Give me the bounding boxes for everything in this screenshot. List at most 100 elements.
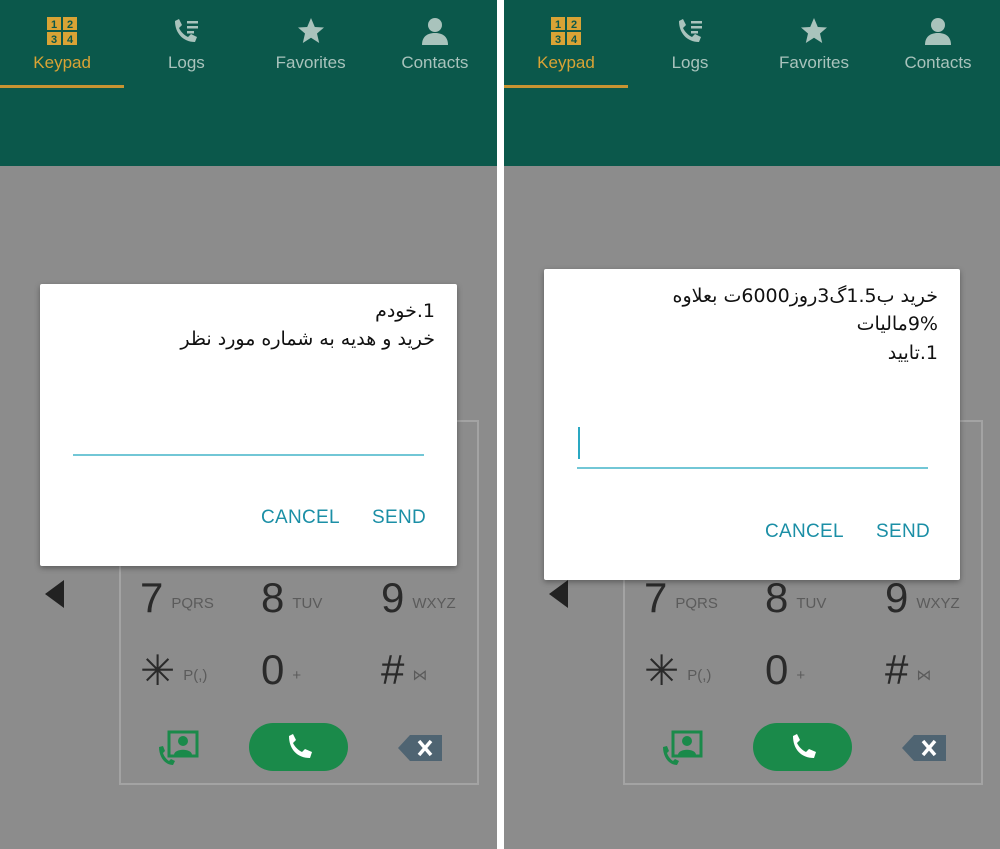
cancel-button[interactable]: CANCEL [765, 521, 844, 543]
left-arrow-icon[interactable] [549, 580, 568, 608]
tab-logs-label: Logs [167, 53, 205, 72]
person-icon [922, 16, 954, 46]
backspace-icon[interactable] [902, 735, 946, 761]
keypad-icon-digit-3: 3 [51, 34, 57, 45]
key-digit: ✳ [644, 647, 680, 694]
key-digit: 8 [765, 574, 789, 621]
text-cursor [578, 427, 580, 459]
key-letters: + [292, 666, 302, 684]
call-logs-icon [170, 16, 202, 46]
keypad-icon-digit-1: 1 [555, 19, 561, 31]
key-7[interactable]: 7 PQRS [140, 574, 214, 622]
reply-input[interactable] [577, 422, 928, 468]
tab-logs-label: Logs [671, 53, 709, 72]
reply-input[interactable] [73, 414, 424, 456]
screenshot-pair: 1 2 3 4 Keypad Logs Favorites Contacts 7… [0, 0, 1000, 849]
key-9[interactable]: 9 WXYZ [381, 574, 456, 622]
key-letters: ⋈ [916, 667, 932, 684]
key-letters: TUV [796, 594, 827, 612]
key-8[interactable]: 8 TUV [261, 574, 322, 622]
key-star[interactable]: ✳ P(,) [140, 646, 207, 695]
key-digit: 9 [381, 574, 405, 621]
tab-bar: 1 2 3 4 Keypad Logs Favorites Contacts [504, 0, 1000, 88]
tab-favorites-label: Favorites [275, 53, 346, 72]
key-letters: P(,) [183, 667, 208, 684]
key-hash[interactable]: # ⋈ [885, 646, 931, 694]
key-digit: ✳ [140, 647, 176, 694]
key-digit: 0 [261, 646, 285, 693]
tab-favorites[interactable]: Favorites [752, 0, 876, 88]
send-button[interactable]: SEND [372, 507, 426, 529]
key-0[interactable]: 0 + [261, 646, 301, 694]
add-contact-icon[interactable] [661, 729, 705, 767]
ussd-dialog: 1.خودم خرید و هدیه به شماره مورد نظر CAN… [40, 284, 457, 566]
tab-logs[interactable]: Logs [628, 0, 752, 88]
send-button[interactable]: SEND [876, 521, 930, 543]
key-digit: 8 [261, 574, 285, 621]
key-8[interactable]: 8 TUV [765, 574, 826, 622]
phone-icon [792, 734, 816, 758]
key-letters: P(,) [687, 667, 712, 684]
call-logs-icon [674, 16, 706, 46]
key-letters: WXYZ [916, 594, 960, 612]
key-letters: + [796, 666, 806, 684]
key-digit: 7 [140, 574, 164, 621]
tab-contacts-label: Contacts [401, 53, 469, 72]
screenshot-divider [497, 0, 504, 849]
key-letters: WXYZ [412, 594, 456, 612]
key-digit: 7 [644, 574, 668, 621]
keypad-icon: 1 2 3 4 [46, 16, 78, 46]
dialog-message-line-2: خرید و هدیه به شماره مورد نظر [180, 328, 435, 350]
keypad-icon-digit-4: 4 [571, 34, 578, 45]
key-letters: PQRS [171, 594, 214, 612]
key-digit: # [885, 646, 909, 693]
key-7[interactable]: 7 PQRS [644, 574, 718, 622]
key-digit: 0 [765, 646, 789, 693]
key-digit: 9 [885, 574, 909, 621]
key-9[interactable]: 9 WXYZ [885, 574, 960, 622]
cancel-button[interactable]: CANCEL [261, 507, 340, 529]
keypad-icon: 1 2 3 4 [550, 16, 582, 46]
call-button[interactable] [249, 723, 348, 771]
app-header: 1 2 3 4 Keypad Logs Favorites Contacts [504, 0, 1000, 166]
app-header: 1 2 3 4 Keypad Logs Favorites Contacts [0, 0, 497, 166]
keypad-icon-digit-2: 2 [571, 19, 577, 31]
tab-contacts[interactable]: Contacts [373, 0, 497, 88]
active-tab-indicator [504, 85, 628, 88]
keypad-icon-digit-4: 4 [67, 34, 74, 45]
active-tab-indicator [0, 85, 125, 88]
dialog-message-line-1: خرید ب1.5گ3روز6000ت بعلاوه [672, 285, 939, 307]
phone-screen-right: 1 2 3 4 Keypad Logs Favorites Contacts 7… [504, 0, 1000, 849]
phone-screen-left: 1 2 3 4 Keypad Logs Favorites Contacts 7… [0, 0, 497, 849]
key-letters: ⋈ [412, 667, 428, 684]
tab-favorites-label: Favorites [779, 53, 849, 72]
tab-keypad-label: Keypad [537, 53, 595, 72]
tab-favorites[interactable]: Favorites [249, 0, 373, 88]
key-hash[interactable]: # ⋈ [381, 646, 427, 694]
backspace-icon[interactable] [398, 735, 442, 761]
keypad-icon-digit-1: 1 [51, 19, 57, 31]
tab-keypad-label: Keypad [33, 53, 91, 72]
input-underline [577, 467, 928, 469]
tab-logs[interactable]: Logs [124, 0, 248, 88]
dialog-message-line-2: 9%مالیات [856, 313, 938, 335]
key-letters: PQRS [675, 594, 718, 612]
call-button[interactable] [753, 723, 852, 771]
add-contact-icon[interactable] [157, 729, 201, 767]
tab-keypad[interactable]: 1 2 3 4 Keypad [504, 0, 628, 88]
star-icon [798, 16, 830, 46]
tab-bar: 1 2 3 4 Keypad Logs Favorites Contacts [0, 0, 497, 88]
left-arrow-icon[interactable] [45, 580, 64, 608]
tab-contacts[interactable]: Contacts [876, 0, 1000, 88]
phone-icon [288, 734, 312, 758]
key-star[interactable]: ✳ P(,) [644, 646, 711, 695]
key-digit: # [381, 646, 405, 693]
person-icon [419, 16, 451, 46]
key-letters: TUV [292, 594, 323, 612]
keypad-icon-digit-3: 3 [555, 34, 561, 45]
key-0[interactable]: 0 + [765, 646, 805, 694]
dialog-message-line-1: 1.خودم [375, 300, 435, 322]
ussd-dialog: خرید ب1.5گ3روز6000ت بعلاوه 9%مالیات 1.تا… [544, 269, 960, 580]
tab-keypad[interactable]: 1 2 3 4 Keypad [0, 0, 125, 88]
dialog-message-line-3: 1.تایید [887, 342, 938, 364]
